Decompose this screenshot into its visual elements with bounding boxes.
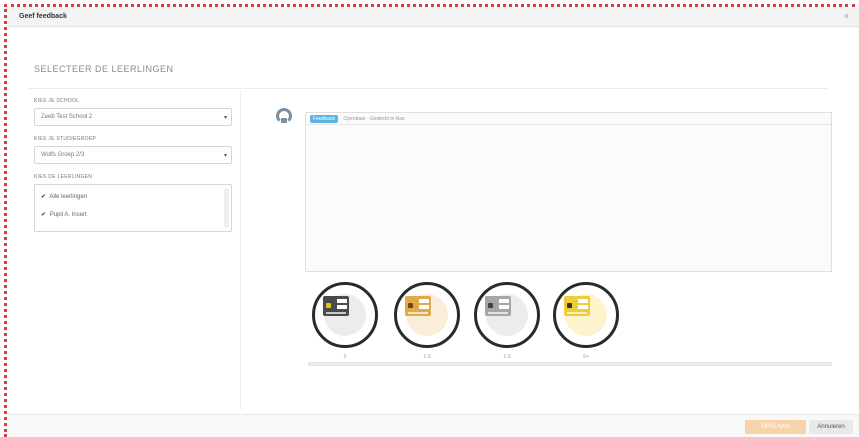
close-icon[interactable]: × [844, 11, 849, 21]
feedback-tag: Feedback [310, 115, 338, 123]
card-field [499, 305, 509, 309]
card-option[interactable] [394, 282, 460, 348]
card-field [337, 299, 347, 303]
checkbox-icon[interactable]: ✔ [41, 194, 46, 200]
school-select[interactable]: Zeeb Test School 2 ▾ [34, 108, 232, 126]
school-label: KIES JE SCHOOL [34, 98, 80, 104]
card-icon [405, 296, 431, 316]
card-selector: 0 1-5 1-5 5+ [310, 282, 832, 372]
group-label: KIES JE STUDIEGROEP [34, 136, 97, 142]
page-title: SELECTEER DE LEERLINGEN [34, 64, 174, 74]
student-option-label: Alle leerlingen [49, 194, 88, 200]
cancel-button[interactable]: Annuleren [809, 420, 853, 434]
card-stripe [408, 312, 428, 314]
student-option[interactable]: ✔ Alle leerlingen [41, 193, 225, 211]
feedback-composer[interactable]: Feedback Openbaar · Gedeeld in klas [305, 112, 832, 272]
card-option[interactable] [312, 282, 378, 348]
visibility-text: Openbaar · Gedeeld in klas [343, 116, 405, 122]
chevron-down-icon: ▾ [223, 115, 227, 121]
card-scroll-track[interactable] [308, 362, 832, 366]
school-value: Zeeb Test School 2 [41, 114, 93, 120]
card-field [419, 305, 429, 309]
listbox-scrollbar[interactable] [224, 188, 229, 228]
card-field [578, 305, 588, 309]
chevron-down-icon: ▾ [223, 153, 227, 159]
card-chip [567, 303, 572, 308]
heading-divider [28, 88, 828, 89]
student-option-label: Pupil A. Insert [49, 212, 87, 218]
card-chip [488, 303, 493, 308]
card-chip [408, 303, 413, 308]
students-label: KIES DE LEERLINGEN [34, 174, 93, 180]
card-label: 0 [343, 354, 347, 360]
card-label: 1-5 [503, 354, 511, 360]
card-stripe [326, 312, 346, 314]
card-field [578, 299, 588, 303]
filter-panel: KIES JE SCHOOL Zeeb Test School 2 ▾ KIES… [34, 98, 232, 232]
card-stripe [567, 312, 587, 314]
card-icon [564, 296, 590, 316]
card-field [337, 305, 347, 309]
headset-icon [276, 108, 292, 124]
group-value: Wolfs Groep 2/3 [41, 152, 85, 158]
students-listbox[interactable]: ✔ Alle leerlingen ✔ Pupil A. Insert [34, 184, 232, 232]
card-label: 5+ [583, 354, 589, 360]
card-icon [485, 296, 511, 316]
composer-header: Feedback Openbaar · Gedeeld in klas [306, 113, 831, 125]
card-label: 1-5 [423, 354, 431, 360]
save-button[interactable]: OPSLAAN [745, 420, 806, 434]
card-stripe [488, 312, 508, 314]
checkbox-icon[interactable]: ✔ [41, 212, 46, 218]
group-select[interactable]: Wolfs Groep 2/3 ▾ [34, 146, 232, 164]
card-icon [323, 296, 349, 316]
student-option[interactable]: ✔ Pupil A. Insert [41, 211, 225, 229]
card-chip [326, 303, 331, 308]
window-title: Geef feedback [19, 13, 67, 20]
card-field [499, 299, 509, 303]
card-field [419, 299, 429, 303]
card-option[interactable] [474, 282, 540, 348]
panel-divider [240, 90, 241, 410]
action-bar [7, 414, 859, 437]
title-bar: Geef feedback × [7, 7, 859, 27]
card-option[interactable] [553, 282, 619, 348]
